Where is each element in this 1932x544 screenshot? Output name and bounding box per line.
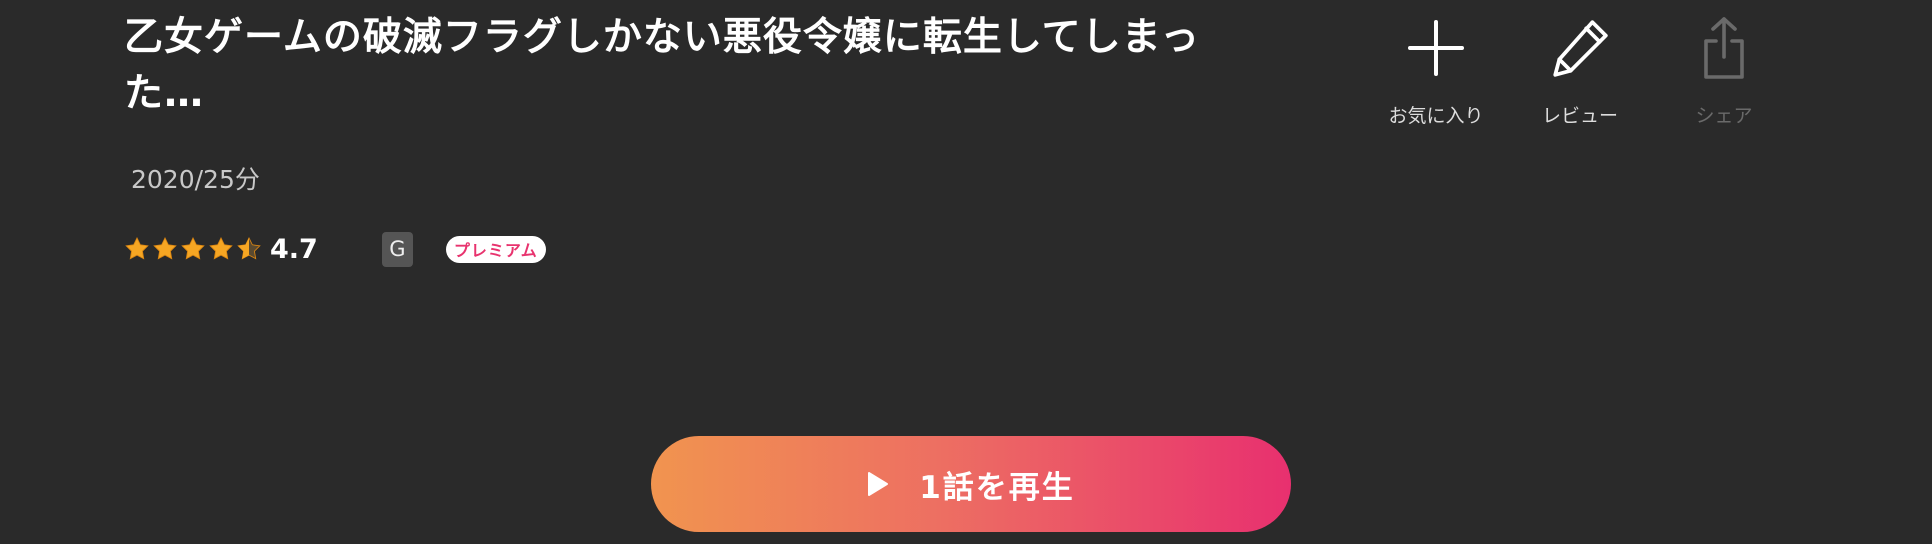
rating-row: 4.7 G プレミアム: [124, 229, 546, 269]
star-rating: [124, 236, 262, 262]
premium-badge: プレミアム: [445, 235, 546, 263]
play-button-label: 1話を再生: [919, 469, 1075, 506]
star-icon: [208, 236, 234, 262]
star-icon: [180, 236, 206, 262]
half-star-icon: [236, 236, 262, 262]
plus-icon: [1396, 8, 1476, 88]
share-icon: [1684, 8, 1764, 88]
star-icon: [124, 236, 150, 262]
share-button[interactable]: シェア: [1664, 8, 1784, 128]
review-label: レビュー: [1541, 105, 1618, 127]
release-year-duration: 2020/25分: [131, 165, 260, 194]
play-episode-button[interactable]: 1話を再生: [651, 436, 1291, 532]
page-title: 乙女ゲームの破滅フラグしかない悪役令嬢に転生してしまった…: [124, 15, 1201, 116]
review-button[interactable]: レビュー: [1520, 8, 1640, 128]
pencil-icon: [1540, 8, 1620, 88]
play-icon: [867, 471, 889, 497]
share-label: シェア: [1695, 105, 1753, 127]
action-bar: お気に入り レビュー シェア: [1376, 8, 1808, 128]
favorite-label: お気に入り: [1388, 105, 1484, 127]
rating-value: 4.7: [270, 233, 318, 265]
star-icon: [152, 236, 178, 262]
age-rating-badge: G: [381, 231, 413, 267]
favorite-button[interactable]: お気に入り: [1376, 8, 1496, 128]
